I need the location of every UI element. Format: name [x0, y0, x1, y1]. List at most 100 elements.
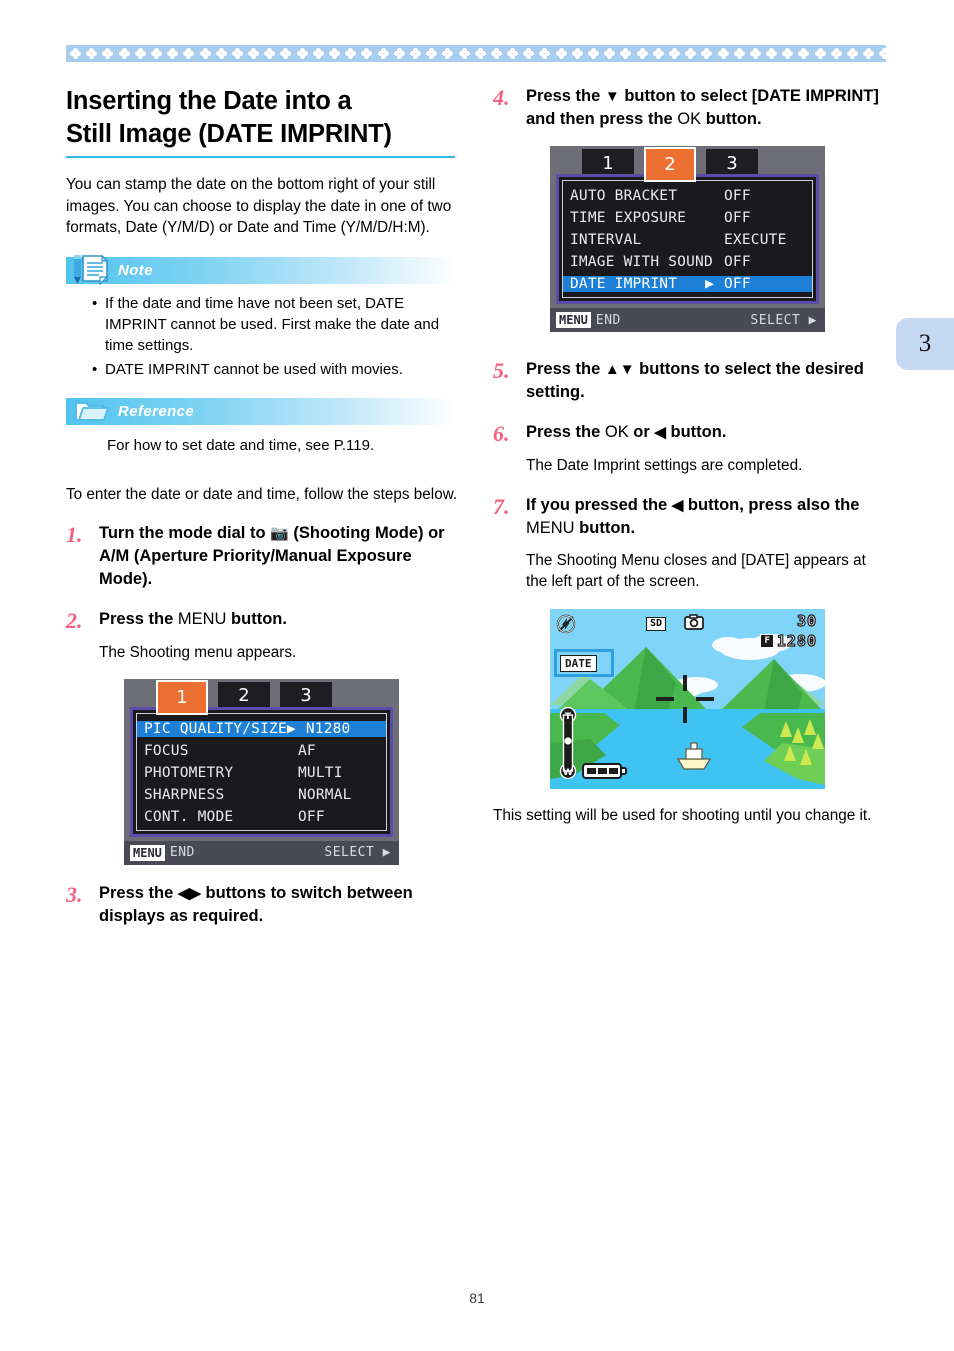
step-number: 7. — [493, 493, 510, 519]
step-4: 4. Press the ▼ button to select [DATE IM… — [493, 85, 885, 131]
lcd-menu-row-value: OFF — [298, 808, 325, 825]
motif-diamond — [393, 48, 405, 59]
step-text-pre: Press the — [526, 87, 605, 105]
motif-diamond — [183, 48, 195, 59]
motif-diamond — [879, 48, 886, 59]
right-column: 4. Press the ▼ button to select [DATE IM… — [493, 85, 885, 826]
battery-full-icon — [582, 762, 628, 780]
lcd-menu-row-label: SHARPNESS — [144, 786, 225, 803]
motif-diamond — [571, 48, 583, 59]
lcd-menu-row-label: TIME EXPOSURE — [570, 210, 687, 226]
sd-card-badge: SD — [646, 616, 667, 631]
lcd-menu-row: PIC QUALITY/SIZE ▶ N1280 — [137, 718, 386, 740]
step-text: Press the MENU button. — [99, 608, 287, 632]
lcd-footer-end: END — [595, 312, 621, 328]
step-number: 4. — [493, 85, 510, 110]
bullet-dot: • — [92, 360, 98, 378]
step-7-result: The Shooting Menu closes and [DATE] appe… — [526, 551, 866, 591]
right-arrow-icon: ▶ — [286, 720, 296, 737]
camera-icon: 📷 — [270, 525, 289, 542]
motif-diamond — [652, 48, 664, 59]
lcd-menu-row-value: OFF — [724, 210, 751, 226]
quality-badge: F — [760, 633, 774, 648]
chapter-tab-marker: 3 — [896, 318, 954, 370]
lead-paragraph: To enter the date or date and time, foll… — [66, 485, 458, 503]
step-2: 2. Press the MENU button. — [66, 608, 458, 632]
zoom-slider: T W — [558, 706, 578, 779]
svg-text:T: T — [565, 712, 572, 722]
lcd-menu-row-value: AF — [298, 742, 316, 759]
lcd-footer-select: SELECT ▶ — [324, 845, 391, 860]
lcd-menu-row: DATE IMPRINT ▶ OFF — [563, 273, 812, 295]
motif-diamond — [636, 48, 648, 59]
motif-diamond — [361, 48, 373, 59]
step-text-mid: button, press also the — [683, 495, 860, 514]
motif-diamond — [280, 48, 292, 59]
lcd-menu-row: PHOTOMETRY MULTI — [137, 762, 386, 784]
motif-diamond — [863, 48, 875, 59]
note-bullet-text: DATE IMPRINT cannot be used with movies. — [105, 360, 403, 378]
lcd-footer-bar: MENU END SELECT ▶ — [124, 840, 399, 865]
motif-diamond — [409, 48, 421, 59]
right-arrow-icon: ▶ — [808, 312, 817, 328]
motif-diamond — [150, 48, 162, 59]
lcd-menu-row: SHARPNESS NORMAL — [137, 784, 386, 806]
ok-key-label: OK — [604, 423, 629, 441]
left-column: Inserting the Date into a Still Image (D… — [66, 85, 458, 928]
step-number: 6. — [493, 421, 510, 446]
reference-text: For how to set date and time, see P.119. — [107, 436, 375, 454]
motif-diamond — [118, 48, 130, 59]
motif-diamond — [830, 48, 842, 59]
step-text: If you pressed the ◀ button, press also … — [526, 494, 885, 540]
lcd-menu-row-value: OFF — [724, 254, 751, 270]
date-imprint-badge: DATE — [560, 654, 597, 672]
note-document-icon — [70, 253, 116, 287]
lcd-tab-1: 1 — [156, 679, 208, 715]
intro-paragraph: You can stamp the date on the bottom rig… — [66, 176, 452, 236]
step-number: 3. — [66, 881, 83, 907]
motif-diamond — [507, 48, 519, 59]
lcd-shooting-menu-screen-1: 1 2 3 PIC QUALITY/SIZE ▶ N1280 FOCUS AF PHOTO… — [124, 678, 399, 865]
left-arrow-icon: ◀ — [654, 424, 666, 441]
lcd-menu-row-value: OFF — [724, 188, 751, 204]
step-number: 1. — [66, 522, 83, 547]
ok-key-label: OK — [677, 110, 702, 128]
motif-diamond — [555, 48, 567, 59]
step-text-pre: Press the — [526, 423, 605, 441]
reference-header-bar: Reference — [66, 397, 458, 425]
lcd-menu-row-label: FOCUS — [144, 742, 189, 759]
lcd-menu-row-value: OFF — [720, 276, 812, 292]
step-text-pre: Press the — [99, 883, 178, 902]
motif-diamond — [102, 48, 114, 59]
lcd-menu-row: CONT. MODE OFF — [137, 806, 386, 828]
motif-diamond — [474, 48, 486, 59]
title-underline — [66, 156, 455, 158]
motif-diamond — [426, 48, 438, 59]
step-6: 6. Press the OK or ◀ button. — [493, 421, 885, 445]
lcd-menu-frame: PIC QUALITY/SIZE ▶ N1280 FOCUS AF PHOTOMETRY M… — [130, 706, 393, 837]
lcd-menu-key: MENU — [130, 844, 165, 861]
svg-text:W: W — [563, 768, 573, 778]
step-text-pre: Press the — [99, 610, 178, 628]
step-text: Press the ◀▶ buttons to switch between d… — [99, 882, 458, 928]
lcd-menu-row: IMAGE WITH SOUND OFF — [563, 251, 812, 273]
motif-diamond — [685, 48, 697, 59]
step-text: Turn the mode dial to 📷 (Shooting Mode) … — [99, 522, 458, 591]
motif-diamond — [442, 48, 454, 59]
motif-diamond — [231, 48, 243, 59]
motif-diamond — [733, 48, 745, 59]
motif-diamond — [798, 48, 810, 59]
motif-diamond — [248, 48, 260, 59]
lcd-menu-row-label: PIC QUALITY/SIZE ▶ — [137, 720, 302, 737]
motif-diamond — [668, 48, 680, 59]
motif-diamond — [458, 48, 470, 59]
motif-diamond — [539, 48, 551, 59]
motif-diamond — [312, 48, 324, 59]
motif-diamond — [782, 48, 794, 59]
lcd-tab-1: 1 — [582, 149, 634, 177]
right-arrow-icon: ▶ — [705, 276, 714, 292]
lcd-tab-2: 2 — [644, 147, 696, 182]
step-text: Press the OK or ◀ button. — [526, 421, 726, 445]
note-label: Note — [118, 261, 153, 279]
lcd-footer-bar: MENU END SELECT ▶ — [550, 308, 825, 332]
